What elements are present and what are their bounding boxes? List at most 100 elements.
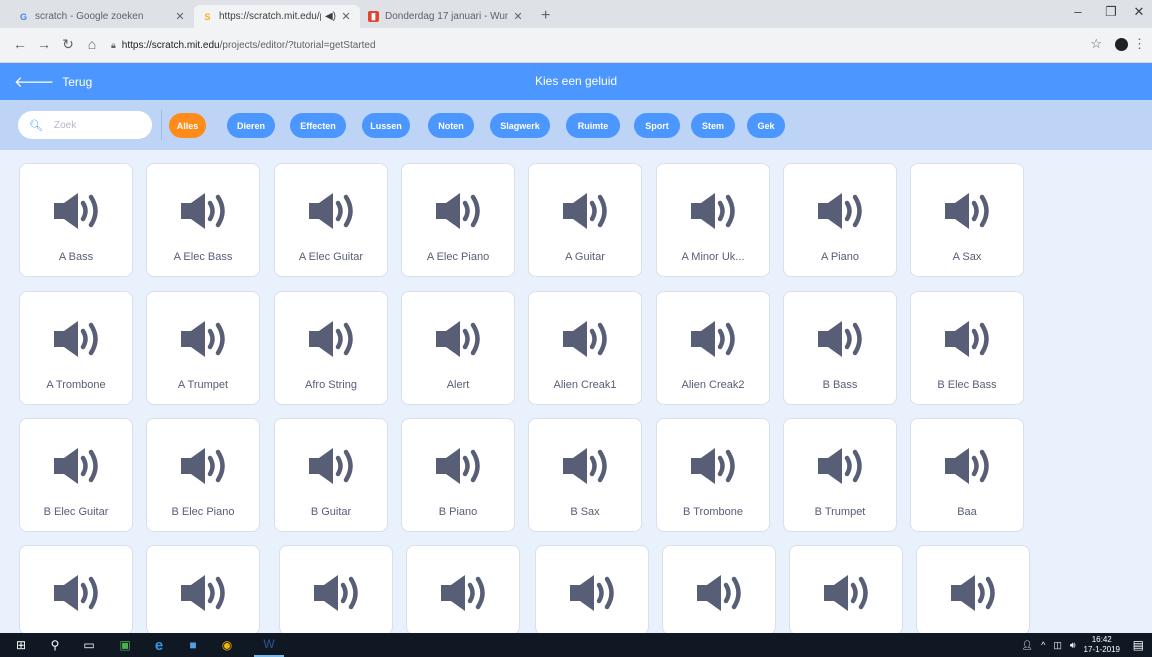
filter-ruimte[interactable]: Ruimte [566, 113, 620, 138]
sound-name: B Guitar [310, 506, 352, 518]
sound-tile[interactable]: A Elec Bass [146, 163, 260, 277]
browser-tab-wunderlist[interactable]: ▮ Donderdag 17 januari - Wunderl ✕ [360, 5, 532, 28]
close-tab-icon[interactable]: ✕ [174, 10, 186, 23]
audio-playing-icon[interactable]: ◀) [325, 11, 336, 22]
sound-icon [818, 193, 862, 229]
sound-tile[interactable]: B Guitar [274, 418, 388, 532]
sound-tile[interactable]: A Trombone [19, 291, 133, 405]
filter-effecten[interactable]: Effecten [290, 113, 346, 138]
sound-tile[interactable] [662, 545, 776, 633]
arrow-left-icon: 🡐 [14, 74, 55, 91]
sound-tile[interactable]: B Trombone [656, 418, 770, 532]
sound-tile[interactable]: B Sax [528, 418, 642, 532]
sound-icon [818, 448, 862, 484]
notifications-icon[interactable]: ▤ [1133, 638, 1144, 652]
restore-icon[interactable]: ❐ [1099, 4, 1123, 20]
sound-tile[interactable] [916, 545, 1030, 633]
filter-stem[interactable]: Stem [691, 113, 735, 138]
sound-tile[interactable] [406, 545, 520, 633]
media-icon[interactable]: ■ [178, 633, 208, 657]
close-tab-icon[interactable]: ✕ [512, 10, 524, 23]
sound-tile[interactable]: A Minor Uk... [656, 163, 770, 277]
volume-icon[interactable]: 🔊︎ [1070, 640, 1076, 651]
network-icon[interactable]: ◫ [1053, 640, 1062, 651]
person-icon[interactable]: 👤︎ [1022, 640, 1033, 651]
search-icon[interactable]: ⚲ [40, 633, 70, 657]
back-button[interactable]: 🡐 Terug [14, 63, 92, 100]
sound-tile[interactable] [146, 545, 260, 633]
sound-tile[interactable]: A Elec Guitar [274, 163, 388, 277]
filter-lussen[interactable]: Lussen [362, 113, 410, 138]
sound-icon [691, 193, 735, 229]
sound-tile[interactable] [19, 545, 133, 633]
filter-sport[interactable]: Sport [634, 113, 680, 138]
tab-title: https://scratch.mit.edu/proje [219, 11, 321, 22]
sound-tile[interactable]: A Trumpet [146, 291, 260, 405]
lock-icon[interactable]: 🔒︎ [111, 40, 116, 51]
chevron-up-icon[interactable]: ^ [1041, 640, 1045, 650]
home-icon[interactable]: ⌂ [84, 36, 100, 52]
sound-tile[interactable]: Alert [401, 291, 515, 405]
sound-tile[interactable] [789, 545, 903, 633]
close-window-icon[interactable]: ✕ [1127, 4, 1151, 20]
clock[interactable]: 16:42 17-1-2019 [1084, 635, 1120, 655]
store-icon[interactable]: ▣ [110, 633, 140, 657]
browser-tab-google[interactable]: G scratch - Google zoeken ✕ [10, 5, 194, 28]
search-input[interactable] [51, 118, 146, 132]
sound-name: A Sax [952, 251, 982, 263]
sound-tile[interactable]: A Piano [783, 163, 897, 277]
browser-tab-strip: G scratch - Google zoeken ✕ S https://sc… [0, 0, 1152, 28]
browser-tab-scratch[interactable]: S https://scratch.mit.edu/proje ◀) ✕ [194, 5, 360, 28]
forward-icon[interactable]: → [36, 36, 52, 52]
sound-tile[interactable]: B Bass [783, 291, 897, 405]
windows-start-icon[interactable]: ⊞ [6, 633, 36, 657]
task-view-icon[interactable]: ▭ [74, 633, 104, 657]
edge-icon[interactable]: e [144, 633, 174, 657]
sound-name: B Bass [822, 379, 858, 391]
search-icon: 🔍︎ [29, 119, 43, 132]
sound-library-grid: A Bass A Elec Bass A Elec Guitar A Elec Pia… [0, 150, 1152, 633]
close-tab-icon[interactable]: ✕ [340, 10, 352, 23]
profile-avatar[interactable] [1115, 38, 1128, 51]
sound-tile[interactable] [535, 545, 649, 633]
sound-tile[interactable]: B Elec Piano [146, 418, 260, 532]
sound-icon [54, 193, 98, 229]
bookmark-star-icon[interactable]: ☆ [1090, 36, 1102, 52]
sound-tile[interactable]: A Guitar [528, 163, 642, 277]
sound-icon [181, 575, 225, 611]
wunderlist-icon: ▮ [368, 11, 379, 22]
windows-taskbar: ⊞ ⚲ ▭ ▣ e ■ ◉ W 👤︎ ^ ◫ 🔊︎ 16:42 17-1-201… [0, 633, 1152, 657]
search-box[interactable]: 🔍︎ [18, 111, 152, 139]
sound-name: Alien Creak2 [681, 379, 745, 391]
back-label: Terug [62, 74, 93, 89]
address-bar[interactable]: 🔒︎ https://scratch.mit.edu/projects/edit… [111, 33, 1071, 57]
filter-alles[interactable]: Alles [169, 113, 206, 138]
sound-icon [181, 193, 225, 229]
sound-tile[interactable]: A Elec Piano [401, 163, 515, 277]
back-icon[interactable]: ← [12, 36, 28, 52]
sound-tile[interactable] [279, 545, 393, 633]
word-icon[interactable]: W [254, 633, 284, 657]
new-tab-button[interactable]: + [541, 7, 550, 25]
filter-noten[interactable]: Noten [428, 113, 474, 138]
sound-tile[interactable]: A Sax [910, 163, 1024, 277]
sound-tile[interactable]: Alien Creak1 [528, 291, 642, 405]
filter-dieren[interactable]: Dieren [227, 113, 275, 138]
filter-slagwerk[interactable]: Slagwerk [490, 113, 550, 138]
reload-icon[interactable]: ↻ [60, 36, 76, 53]
sound-name: B Trombone [683, 506, 743, 518]
sound-tile[interactable]: B Elec Bass [910, 291, 1024, 405]
sound-tile[interactable]: B Piano [401, 418, 515, 532]
filter-gek[interactable]: Gek [747, 113, 785, 138]
sound-tile[interactable]: Alien Creak2 [656, 291, 770, 405]
sound-icon [951, 575, 995, 611]
minimize-icon[interactable]: – [1066, 4, 1090, 19]
sound-tile[interactable]: Afro String [274, 291, 388, 405]
sound-tile[interactable]: B Trumpet [783, 418, 897, 532]
sound-name: Alert [446, 379, 470, 391]
sound-tile[interactable]: A Bass [19, 163, 133, 277]
chrome-icon[interactable]: ◉ [212, 633, 242, 657]
menu-kebab-icon[interactable]: ⋮ [1133, 36, 1146, 52]
sound-tile[interactable]: B Elec Guitar [19, 418, 133, 532]
sound-tile[interactable]: Baa [910, 418, 1024, 532]
